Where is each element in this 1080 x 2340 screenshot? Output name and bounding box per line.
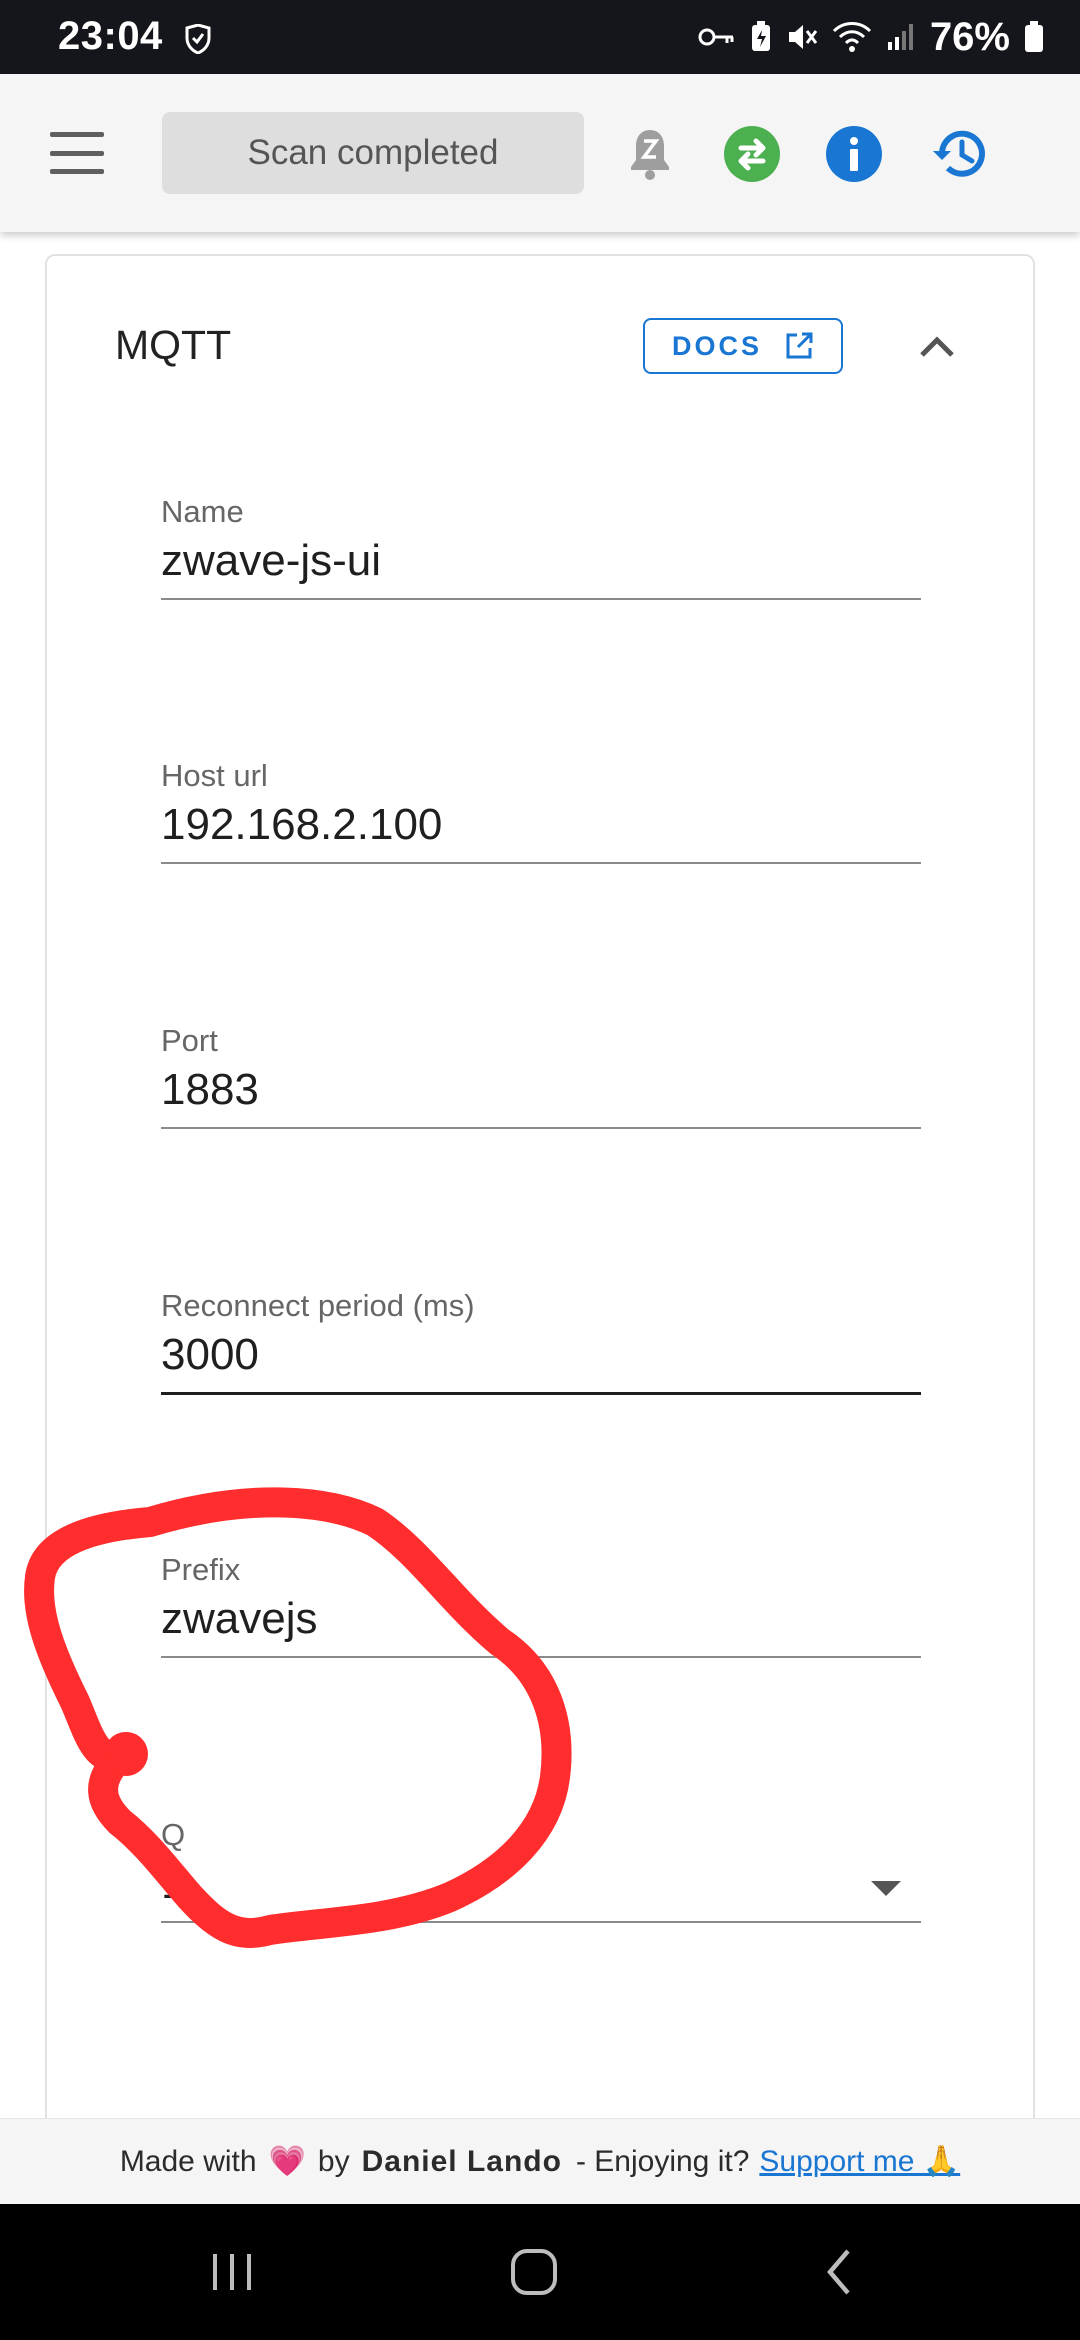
- field-underline: [161, 1392, 921, 1395]
- home-button[interactable]: [494, 2240, 574, 2304]
- reconnect-period-field[interactable]: Reconnect period (ms) 3000: [161, 1288, 921, 1398]
- back-icon: [827, 2249, 850, 2295]
- field-value[interactable]: 1883: [161, 1065, 259, 1115]
- field-value[interactable]: zwave-js-ui: [161, 536, 381, 586]
- signal-icon: [887, 24, 913, 50]
- field-label: Reconnect period (ms): [161, 1288, 475, 1323]
- field-underline: [161, 1656, 921, 1658]
- chevron-up-icon: [920, 336, 954, 357]
- screen: 23:04 76% Scan completed MQTT DOCS Name …: [0, 0, 1080, 2340]
- settings-content[interactable]: MQTT DOCS Name zwave-js-ui Host url 192.…: [0, 232, 1080, 2118]
- prefix-field[interactable]: Prefix zwavejs: [161, 1552, 921, 1662]
- recent-apps-icon: [213, 2254, 251, 2290]
- dropdown-arrow-icon[interactable]: [871, 1881, 901, 1896]
- field-value[interactable]: 192.168.2.100: [161, 800, 442, 850]
- support-link[interactable]: Support me 🙏: [759, 2144, 960, 2179]
- status-time: 23:04: [58, 14, 163, 58]
- field-value[interactable]: 1: [161, 1859, 185, 1909]
- field-label: Port: [161, 1023, 218, 1058]
- status-icons: 76%: [684, 0, 1044, 74]
- field-value[interactable]: zwavejs: [161, 1594, 318, 1644]
- field-underline: [161, 598, 921, 600]
- history-icon[interactable]: [930, 124, 990, 184]
- footer: Made with 💗 by Daniel Lando - Enjoying i…: [0, 2118, 1080, 2204]
- swap-icon[interactable]: [722, 124, 782, 184]
- docs-button[interactable]: DOCS: [643, 318, 843, 374]
- port-field[interactable]: Port 1883: [161, 1023, 921, 1133]
- wifi-icon: [832, 22, 871, 52]
- home-icon: [511, 2249, 557, 2295]
- key-icon: [698, 28, 734, 46]
- field-underline: [161, 1127, 921, 1129]
- battery-icon: [1025, 21, 1043, 52]
- status-bar: 23:04 76%: [0, 0, 1080, 74]
- field-underline: [161, 1921, 921, 1923]
- qos-select[interactable]: Q 1: [161, 1817, 921, 1927]
- external-link-icon: [786, 332, 813, 359]
- field-label: Host url: [161, 758, 268, 793]
- heart-icon: 💗: [268, 2145, 306, 2178]
- back-button[interactable]: [800, 2240, 880, 2304]
- collapse-button[interactable]: [909, 322, 965, 372]
- menu-icon-line: [50, 169, 104, 174]
- footer-enjoying: - Enjoying it?: [575, 2144, 750, 2178]
- battery-saver-icon: [751, 21, 770, 51]
- name-field[interactable]: Name zwave-js-ui: [161, 494, 921, 604]
- menu-icon-line: [50, 132, 104, 137]
- info-icon[interactable]: [824, 124, 884, 184]
- field-label: Name: [161, 494, 244, 529]
- mute-icon: [788, 25, 818, 49]
- menu-icon-line: [50, 150, 104, 156]
- battery-percent: 76%: [929, 14, 1010, 59]
- menu-button[interactable]: [46, 124, 108, 182]
- notification-z-icon[interactable]: [620, 124, 680, 184]
- shield-icon: [185, 24, 211, 54]
- recent-apps-button[interactable]: [192, 2240, 272, 2304]
- host-url-field[interactable]: Host url 192.168.2.100: [161, 758, 921, 868]
- field-underline: [161, 862, 921, 864]
- mqtt-card: MQTT DOCS Name zwave-js-ui Host url 192.…: [45, 254, 1035, 2118]
- scan-status-chip[interactable]: Scan completed: [162, 112, 584, 194]
- footer-made-with: Made with: [119, 2144, 257, 2178]
- footer-author: Daniel Lando: [361, 2144, 562, 2178]
- card-title: MQTT: [115, 322, 232, 368]
- footer-by: by: [317, 2144, 350, 2178]
- field-label: Q: [161, 1817, 186, 1852]
- docs-label: DOCS: [671, 330, 762, 361]
- field-label: Prefix: [161, 1552, 241, 1587]
- app-bar: Scan completed: [0, 74, 1080, 232]
- navigation-bar: [0, 2204, 1080, 2340]
- field-value[interactable]: 3000: [161, 1330, 259, 1380]
